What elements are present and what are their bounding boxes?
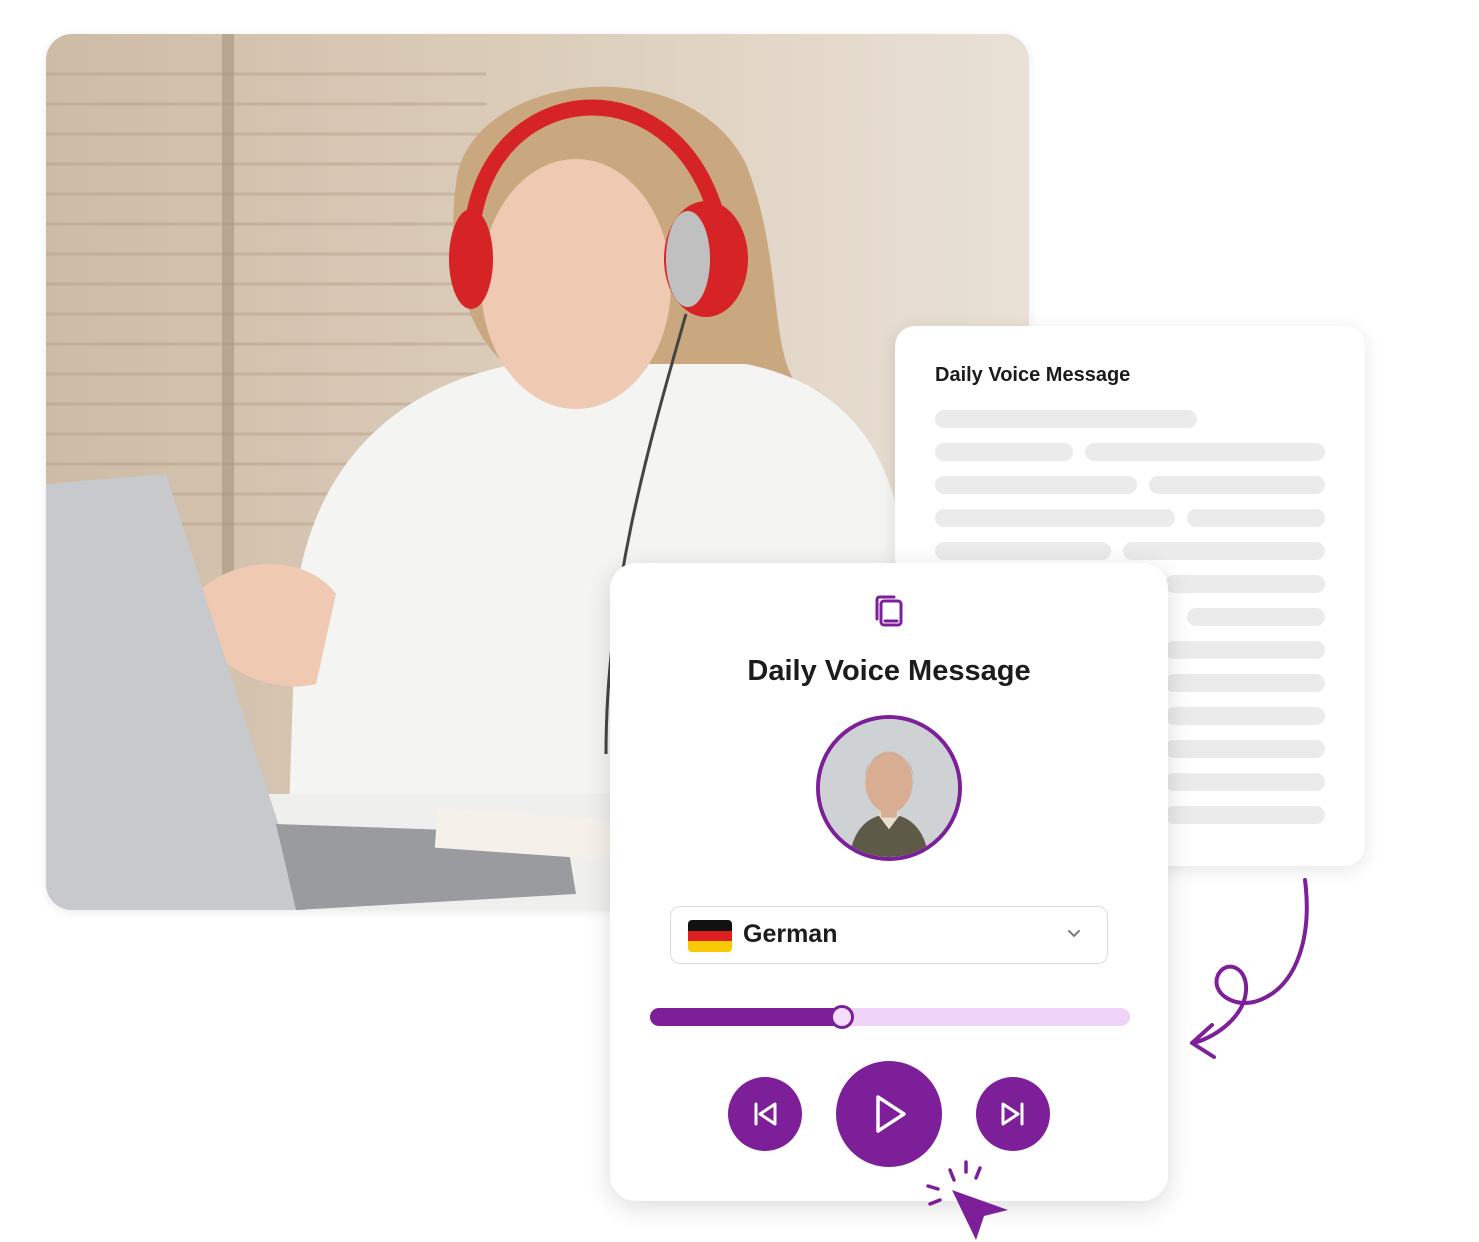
skeleton-line [1165, 806, 1325, 824]
skeleton-line [935, 476, 1137, 494]
curly-arrow-icon [1190, 878, 1309, 1059]
progress-fill [650, 1008, 842, 1026]
transcript-title: Daily Voice Message [935, 364, 1131, 386]
skeleton-line [1085, 443, 1325, 461]
progress-slider[interactable] [650, 1005, 1130, 1029]
skip-next-icon [1001, 1102, 1024, 1126]
skeleton-line [1123, 542, 1325, 560]
skeleton-line [1165, 740, 1325, 758]
skeleton-line [1165, 674, 1325, 692]
progress-thumb[interactable] [830, 1005, 854, 1029]
skeleton-line [1149, 476, 1325, 494]
skeleton-line [1165, 773, 1325, 791]
voice-player-card: Daily Voice Message German [610, 563, 1168, 1201]
skeleton-line [1165, 707, 1325, 725]
play-icon [876, 1095, 906, 1133]
skeleton-line [1187, 608, 1325, 626]
skeleton-line [935, 509, 1175, 527]
chevron-down-icon [1068, 930, 1080, 938]
copy-icon[interactable] [868, 591, 910, 633]
avatar [816, 715, 962, 861]
skip-next-button[interactable] [976, 1077, 1050, 1151]
skeleton-line [1165, 575, 1325, 593]
skeleton-line [935, 410, 1197, 428]
cursor-click-icon [926, 1160, 1008, 1240]
play-button[interactable] [836, 1061, 942, 1167]
player-title: Daily Voice Message [747, 655, 1031, 687]
language-select-value: German [743, 920, 838, 948]
german-flag-icon [688, 920, 732, 952]
skeleton-line [935, 542, 1111, 560]
skeleton-line [935, 443, 1073, 461]
language-select[interactable]: German [670, 906, 1108, 964]
skip-previous-button[interactable] [728, 1077, 802, 1151]
skeleton-line [1187, 509, 1325, 527]
skeleton-line [1165, 641, 1325, 659]
skip-previous-icon [754, 1102, 777, 1126]
